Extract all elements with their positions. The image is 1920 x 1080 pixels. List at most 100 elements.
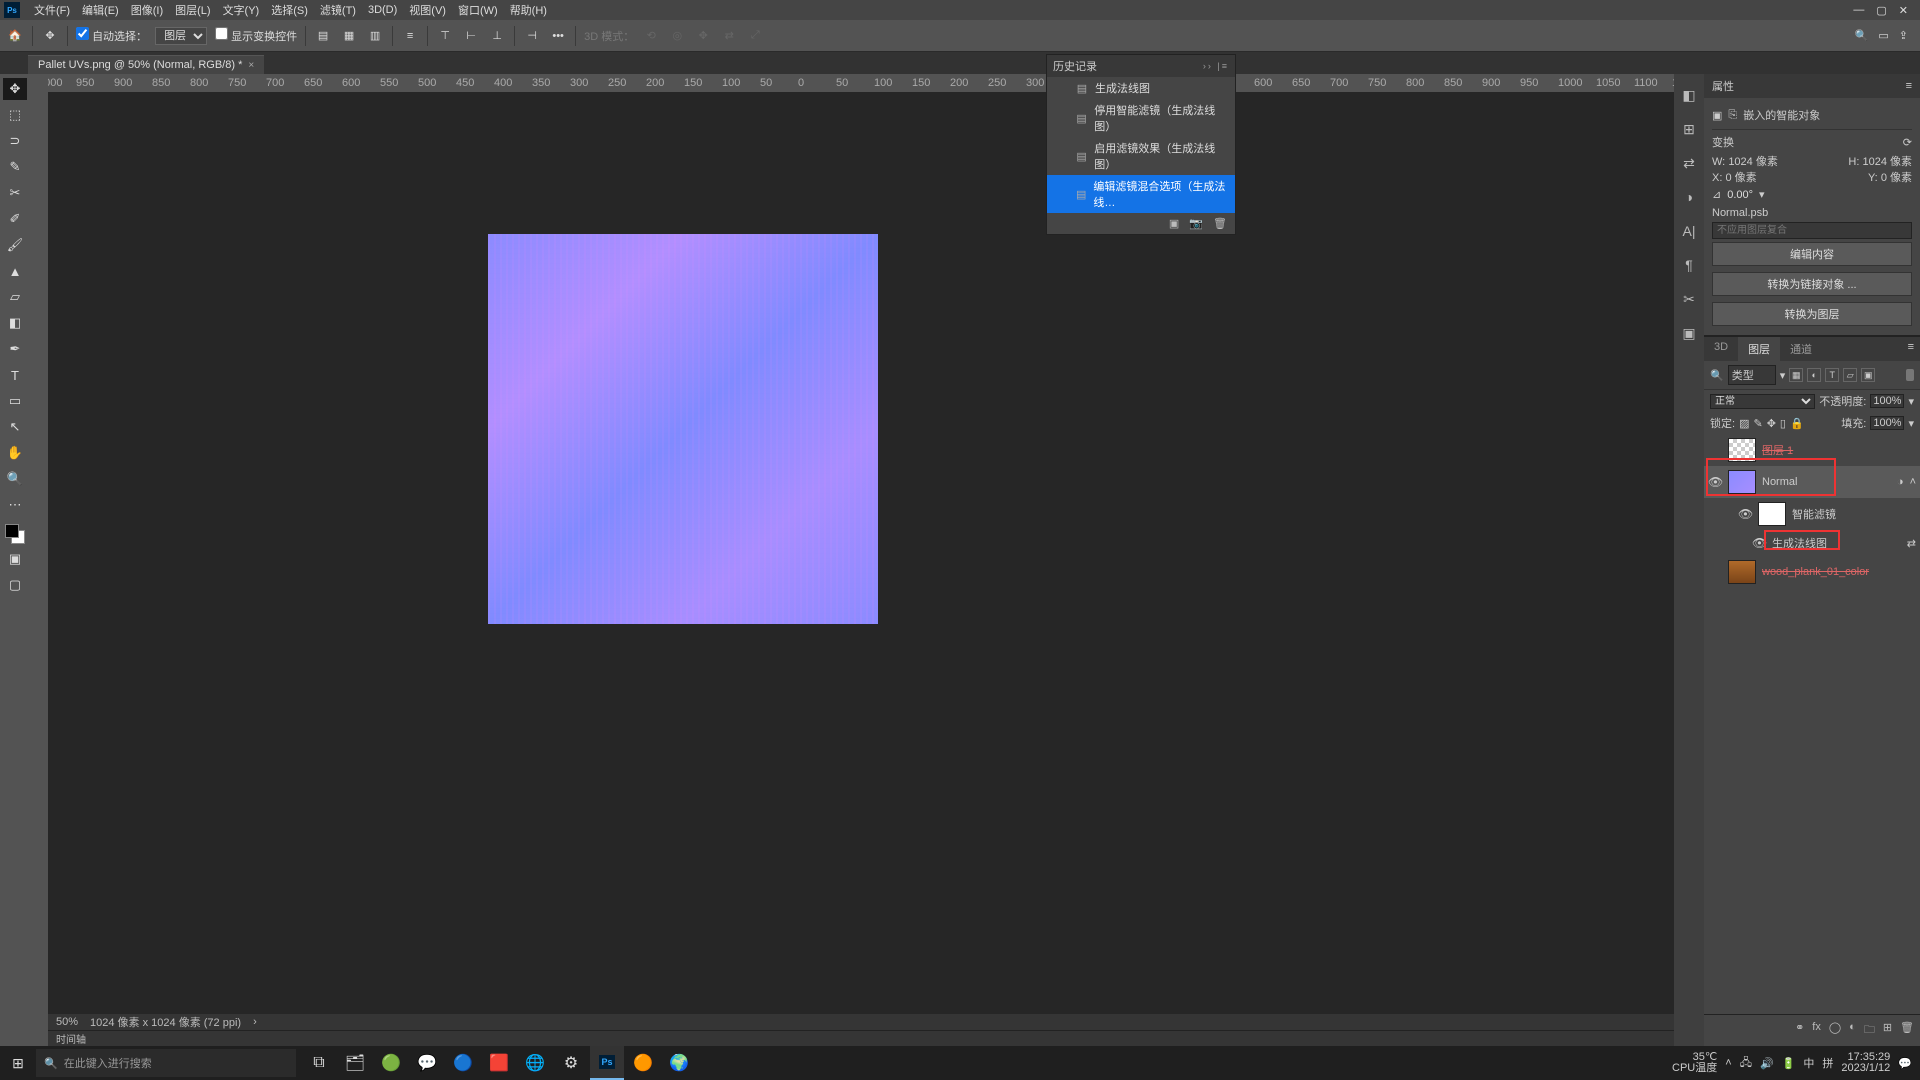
history-snapshot-icon[interactable]: 📷 <box>1189 217 1203 230</box>
autoselect-check[interactable]: 自动选择： <box>76 27 147 44</box>
brush-tool[interactable]: 🖌 <box>3 234 27 256</box>
convert-layer-button[interactable]: 转换为图层 <box>1712 302 1912 326</box>
history-item[interactable]: ▤生成法线图 <box>1047 77 1235 99</box>
eraser-tool[interactable]: ▱ <box>3 286 27 308</box>
zoom-tool[interactable]: 🔍 <box>3 468 27 490</box>
close-icon[interactable]: ✕ <box>1899 4 1908 17</box>
edit-contents-button[interactable]: 编辑内容 <box>1712 242 1912 266</box>
menu-layer[interactable]: 图层(L) <box>169 2 216 18</box>
wechat-icon[interactable]: 💬 <box>410 1046 444 1080</box>
layer-name[interactable]: wood_plank_01_color <box>1762 566 1916 578</box>
history-item[interactable]: ▤编辑滤镜混合选项（生成法线… <box>1047 175 1235 213</box>
layers-menu-icon[interactable]: ≡ <box>1902 337 1920 361</box>
tray-network-icon[interactable]: 🖧 <box>1740 1054 1752 1073</box>
lasso-tool[interactable]: ⊃ <box>3 130 27 152</box>
menu-help[interactable]: 帮助(H) <box>504 2 553 18</box>
filter-toggle[interactable] <box>1906 369 1914 381</box>
ime-mode[interactable]: 拼 <box>1822 1055 1833 1071</box>
menu-type[interactable]: 文字(Y) <box>217 2 266 18</box>
ime-lang[interactable]: 中 <box>1803 1055 1814 1071</box>
shape-tool[interactable]: ▭ <box>3 390 27 412</box>
menu-view[interactable]: 视图(V) <box>403 2 452 18</box>
layer-comp-input[interactable] <box>1712 222 1912 239</box>
edge-icon[interactable]: 🌐 <box>518 1046 552 1080</box>
visibility-toggle[interactable]: 👁 <box>1738 507 1752 521</box>
link-layers-icon[interactable]: ⚭ <box>1795 1021 1804 1040</box>
explorer-icon[interactable]: 🗂 <box>338 1046 372 1080</box>
tab-layers[interactable]: 图层 <box>1738 337 1780 361</box>
menu-3d[interactable]: 3D(D) <box>362 4 403 16</box>
filter-shape-icon[interactable]: ▱ <box>1843 368 1857 382</box>
lock-artboard-icon[interactable]: ▯ <box>1780 417 1786 430</box>
fill-value[interactable]: 100% <box>1870 416 1904 430</box>
dist-vcenter-icon[interactable]: ⊢ <box>462 27 480 45</box>
settings-icon[interactable]: ⚙ <box>554 1046 588 1080</box>
home-icon[interactable]: 🏠 <box>6 27 24 45</box>
dock-para-icon[interactable]: ¶ <box>1680 256 1698 274</box>
marquee-tool[interactable]: ⬚ <box>3 104 27 126</box>
menu-window[interactable]: 窗口(W) <box>452 2 504 18</box>
notification-icon[interactable]: 💬 <box>1898 1057 1912 1070</box>
filter-name[interactable]: 生成法线图 <box>1772 535 1901 551</box>
opacity-value[interactable]: 100% <box>1870 394 1904 408</box>
app-icon[interactable]: 🌍 <box>662 1046 696 1080</box>
collapse-icon[interactable]: ˄ <box>1910 476 1916 488</box>
tab-close-icon[interactable]: × <box>248 60 254 71</box>
panel-menu-icon[interactable]: ≡ <box>1906 80 1912 92</box>
history-item[interactable]: ▤启用滤镜效果（生成法线图） <box>1047 137 1235 175</box>
layer-row-smartfilters[interactable]: 👁 智能滤镜 <box>1704 498 1920 530</box>
zoom-level[interactable]: 50% <box>56 1016 78 1028</box>
type-tool[interactable]: T <box>3 364 27 386</box>
show-transform-check[interactable]: 显示变换控件 <box>215 27 297 44</box>
filter-blend-icon[interactable]: ⇄ <box>1907 537 1916 550</box>
dist-h-icon[interactable]: ⊣ <box>523 27 541 45</box>
tab-channels[interactable]: 通道 <box>1780 337 1822 361</box>
search-icon[interactable]: 🔍 <box>1855 29 1869 42</box>
move-tool[interactable]: ✥ <box>3 78 27 100</box>
lock-position-icon[interactable]: ✥ <box>1767 417 1776 430</box>
delete-layer-icon[interactable]: 🗑 <box>1900 1021 1914 1040</box>
app-icon[interactable]: 🟥 <box>482 1046 516 1080</box>
dock-swatches-icon[interactable]: ⊞ <box>1680 120 1698 138</box>
dock-color-icon[interactable]: ◧ <box>1680 86 1698 104</box>
blender-icon[interactable]: 🟠 <box>626 1046 660 1080</box>
angle-dropdown-icon[interactable]: ▾ <box>1759 188 1765 201</box>
align-hcenter-icon[interactable]: ▦ <box>340 27 358 45</box>
edit-toolbar[interactable]: ⋯ <box>3 494 27 516</box>
menu-select[interactable]: 选择(S) <box>265 2 314 18</box>
adjustment-icon[interactable]: ◐ <box>1849 1021 1856 1040</box>
filter-dropdown-icon[interactable]: ▾ <box>1780 369 1786 382</box>
menu-filter[interactable]: 滤镜(T) <box>314 2 362 18</box>
timeline-panel[interactable]: 时间轴 <box>48 1030 1674 1046</box>
fx-icon[interactable]: fx <box>1812 1021 1821 1040</box>
chrome-icon[interactable]: 🟢 <box>374 1046 408 1080</box>
document-tab[interactable]: Pallet UVs.png @ 50% (Normal, RGB/8) * × <box>28 55 264 74</box>
canvas[interactable] <box>48 92 1674 1014</box>
layer-row-wood[interactable]: wood_plank_01_color <box>1704 556 1920 588</box>
filter-smart-icon[interactable]: ▣ <box>1861 368 1875 382</box>
start-button[interactable]: ⊞ <box>0 1055 36 1072</box>
stamp-tool[interactable]: ▲ <box>3 260 27 282</box>
history-item[interactable]: ▤停用智能滤镜（生成法线图） <box>1047 99 1235 137</box>
quick-select-tool[interactable]: ✎ <box>3 156 27 178</box>
layer-row-normal[interactable]: 👁 Normal ◑ ˄ <box>1704 466 1920 498</box>
menu-file[interactable]: 文件(F) <box>28 2 76 18</box>
layer-name[interactable]: 图层 1 <box>1762 442 1916 458</box>
reset-icon[interactable]: ⟳ <box>1903 136 1912 149</box>
tray-up-icon[interactable]: ˄ <box>1725 1057 1731 1069</box>
history-collapse-icon[interactable]: ›› |≡ <box>1203 61 1229 71</box>
history-newdoc-icon[interactable]: ▣ <box>1169 217 1179 230</box>
color-swatch[interactable] <box>5 524 25 544</box>
align-top-icon[interactable]: ≡ <box>401 27 419 45</box>
filter-kind[interactable]: 类型 <box>1728 365 1776 385</box>
quickmask-tool[interactable]: ▣ <box>3 548 27 570</box>
align-right-icon[interactable]: ▥ <box>366 27 384 45</box>
layer-row-filter[interactable]: 👁 生成法线图 ⇄ <box>1704 530 1920 556</box>
move-tool-icon[interactable]: ✥ <box>41 27 59 45</box>
group-icon[interactable]: 🗀 <box>1864 1021 1875 1040</box>
minimize-icon[interactable]: — <box>1853 4 1864 17</box>
eyedropper-tool[interactable]: ✐ <box>3 208 27 230</box>
crop-tool[interactable]: ✂ <box>3 182 27 204</box>
dock-char-icon[interactable]: A| <box>1680 222 1698 240</box>
tab-3d[interactable]: 3D <box>1704 337 1738 361</box>
